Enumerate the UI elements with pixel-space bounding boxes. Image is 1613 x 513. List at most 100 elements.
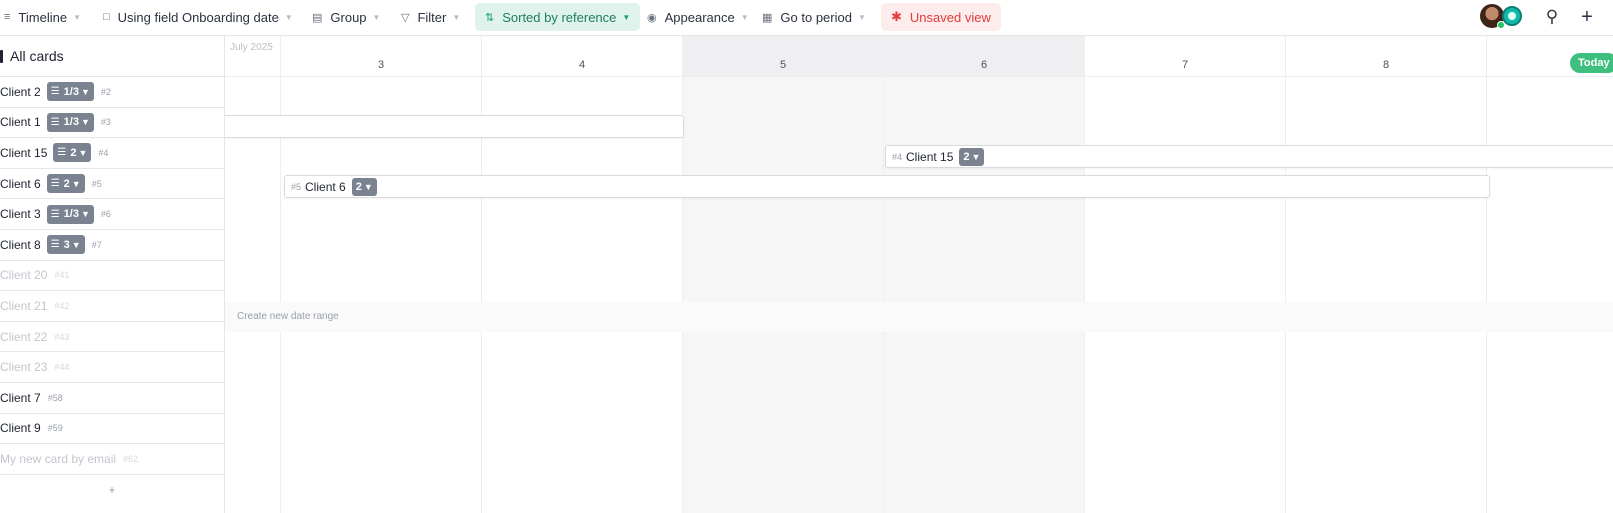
timeline-bar-client-1[interactable]: [225, 115, 684, 138]
create-range-row[interactable]: [225, 302, 1613, 332]
day-label: 7: [1181, 59, 1189, 71]
assistant-avatar[interactable]: [1502, 6, 1522, 26]
checklist-count: 3: [63, 238, 70, 251]
checklist-badge[interactable]: ☰ 1/3 ▼: [46, 82, 94, 102]
checklist-count: 1/3: [63, 116, 79, 129]
card-row[interactable]: Client 22 #43: [0, 322, 224, 353]
chevron-down-icon: ▼: [857, 12, 866, 22]
checklist-badge[interactable]: ☰ 2 ▼: [46, 174, 85, 194]
view-type-button[interactable]: ≡ Timeline ▼: [4, 3, 81, 31]
grid-row-line: [225, 383, 1613, 384]
day-label: 4: [578, 59, 586, 71]
grid-row-line: [225, 291, 1613, 292]
search-icon[interactable]: ⚲: [1541, 6, 1563, 28]
checklist-badge[interactable]: ☰ 2 ▼: [53, 143, 92, 163]
card-row[interactable]: Client 6 ☰ 2 ▼ #5: [0, 169, 224, 200]
cards-list-panel: All cards Client 2 ☰ 1/3 ▼ #2 Client 1 ☰ 1/3 ▼ #3…: [0, 36, 225, 513]
sort-icon: ⇅: [485, 11, 495, 24]
go-to-period-button[interactable]: ▦ Go to period ▼: [762, 3, 866, 31]
unsaved-view-button[interactable]: ✱ Unsaved view: [881, 3, 1001, 31]
card-row[interactable]: Client 3 ☰ 1/3 ▼ #6: [0, 199, 224, 230]
checklist-count: 2: [63, 177, 70, 190]
date-field-button[interactable]: □ Using field Onboarding date ▼: [103, 3, 293, 31]
timeline-bar-client-6[interactable]: #5 Client 6 2 ▼: [284, 175, 1490, 198]
chevron-down-icon: ▼: [622, 12, 631, 22]
card-ref: #41: [54, 270, 70, 281]
calendar-icon: ▦: [762, 11, 773, 24]
card-row[interactable]: Client 7 #58: [0, 383, 224, 414]
grid-row-line: [225, 322, 1613, 323]
caret-down-icon: ▼: [71, 239, 81, 250]
add-icon[interactable]: +: [1576, 6, 1598, 28]
card-ref: #59: [47, 423, 63, 434]
card-row[interactable]: Client 2 ☰ 1/3 ▼ #2: [0, 77, 224, 108]
filter-button[interactable]: ▽ Filter ▼: [401, 3, 460, 31]
card-ref: #58: [47, 392, 63, 403]
card-list: Client 2 ☰ 1/3 ▼ #2 Client 1 ☰ 1/3 ▼ #3 Client 15 ☰…: [0, 77, 224, 475]
card-ref: #5: [291, 181, 302, 192]
sort-label: Sorted by reference: [502, 9, 617, 25]
card-ref: #7: [91, 239, 102, 250]
day-label: 6: [980, 59, 988, 71]
card-ref: #62: [123, 453, 139, 464]
checklist-badge[interactable]: ☰ 1/3 ▼: [46, 204, 94, 224]
card-ref: #4: [892, 151, 903, 162]
card-name: Client 15: [0, 145, 48, 160]
chevron-down-icon: ▼: [284, 12, 293, 22]
add-card-button[interactable]: +: [0, 475, 224, 505]
grid-row-line: [225, 352, 1613, 353]
sort-button[interactable]: ⇅ Sorted by reference ▼: [475, 3, 641, 31]
card-name: Client 15: [906, 149, 954, 164]
panel-toggle-icon[interactable]: [0, 49, 3, 63]
today-button[interactable]: Today: [1570, 53, 1613, 73]
chevron-down-icon: ▼: [740, 12, 749, 22]
checklist-badge[interactable]: ☰ 3 ▼: [46, 235, 85, 255]
grid-row-line: [225, 108, 1613, 109]
view-toolbar: ≡ Timeline ▼ □ Using field Onboarding da…: [0, 0, 1613, 36]
card-name: Client 6: [0, 176, 41, 191]
appearance-label: Appearance: [664, 9, 735, 25]
go-to-period-label: Go to period: [780, 9, 852, 25]
card-name: Client 20: [0, 268, 48, 283]
checklist-count: 2: [963, 150, 970, 163]
card-ref: #44: [54, 362, 70, 373]
timeline-icon: ≡: [4, 11, 11, 23]
card-row[interactable]: Client 23 #44: [0, 352, 224, 383]
checklist-icon: ☰: [50, 178, 60, 190]
card-name: Client 8: [0, 237, 41, 252]
card-ref: #6: [100, 209, 111, 220]
card-row[interactable]: My new card by email #62: [0, 444, 224, 475]
card-row[interactable]: Client 9 #59: [0, 414, 224, 445]
filter-label: Filter: [417, 9, 447, 25]
day-label: 5: [779, 59, 787, 71]
eye-icon: ◉: [647, 11, 657, 24]
day-label: 8: [1382, 59, 1390, 71]
all-cards-header[interactable]: All cards: [0, 36, 224, 77]
header-divider: [225, 76, 1613, 77]
grid-row-line: [225, 230, 1613, 231]
checklist-count: 1/3: [63, 208, 79, 221]
checklist-badge[interactable]: 2 ▼: [351, 177, 377, 196]
card-row[interactable]: Client 8 ☰ 3 ▼ #7: [0, 230, 224, 261]
date-field-label: Using field Onboarding date: [117, 9, 279, 25]
grid-row-line: [225, 261, 1613, 262]
checklist-icon: ☰: [50, 116, 60, 128]
grid-row-line: [225, 414, 1613, 415]
create-date-range-hint[interactable]: Create new date range: [237, 311, 339, 322]
appearance-button[interactable]: ◉ Appearance ▼: [647, 3, 749, 31]
weekend-header: [682, 36, 1084, 77]
caret-down-icon: ▼: [363, 181, 373, 192]
card-row[interactable]: Client 15 ☰ 2 ▼ #4: [0, 138, 224, 169]
checklist-badge[interactable]: 2 ▼: [959, 147, 985, 166]
card-row[interactable]: Client 21 #42: [0, 291, 224, 322]
timeline-grid: July 2025 3 4 5 6 7 8 Today Create new d…: [225, 36, 1613, 513]
grid-row-line: [225, 138, 1613, 139]
day-label: 3: [377, 59, 385, 71]
timeline-bar-client-15[interactable]: #4 Client 15 2 ▼: [885, 145, 1613, 168]
group-button[interactable]: ▤ Group ▼: [312, 3, 380, 31]
checklist-badge[interactable]: ☰ 1/3 ▼: [46, 112, 94, 132]
filter-icon: ▽: [401, 11, 410, 24]
card-row[interactable]: Client 20 #41: [0, 261, 224, 292]
grid-row-line: [225, 169, 1613, 170]
card-row[interactable]: Client 1 ☰ 1/3 ▼ #3: [0, 108, 224, 139]
